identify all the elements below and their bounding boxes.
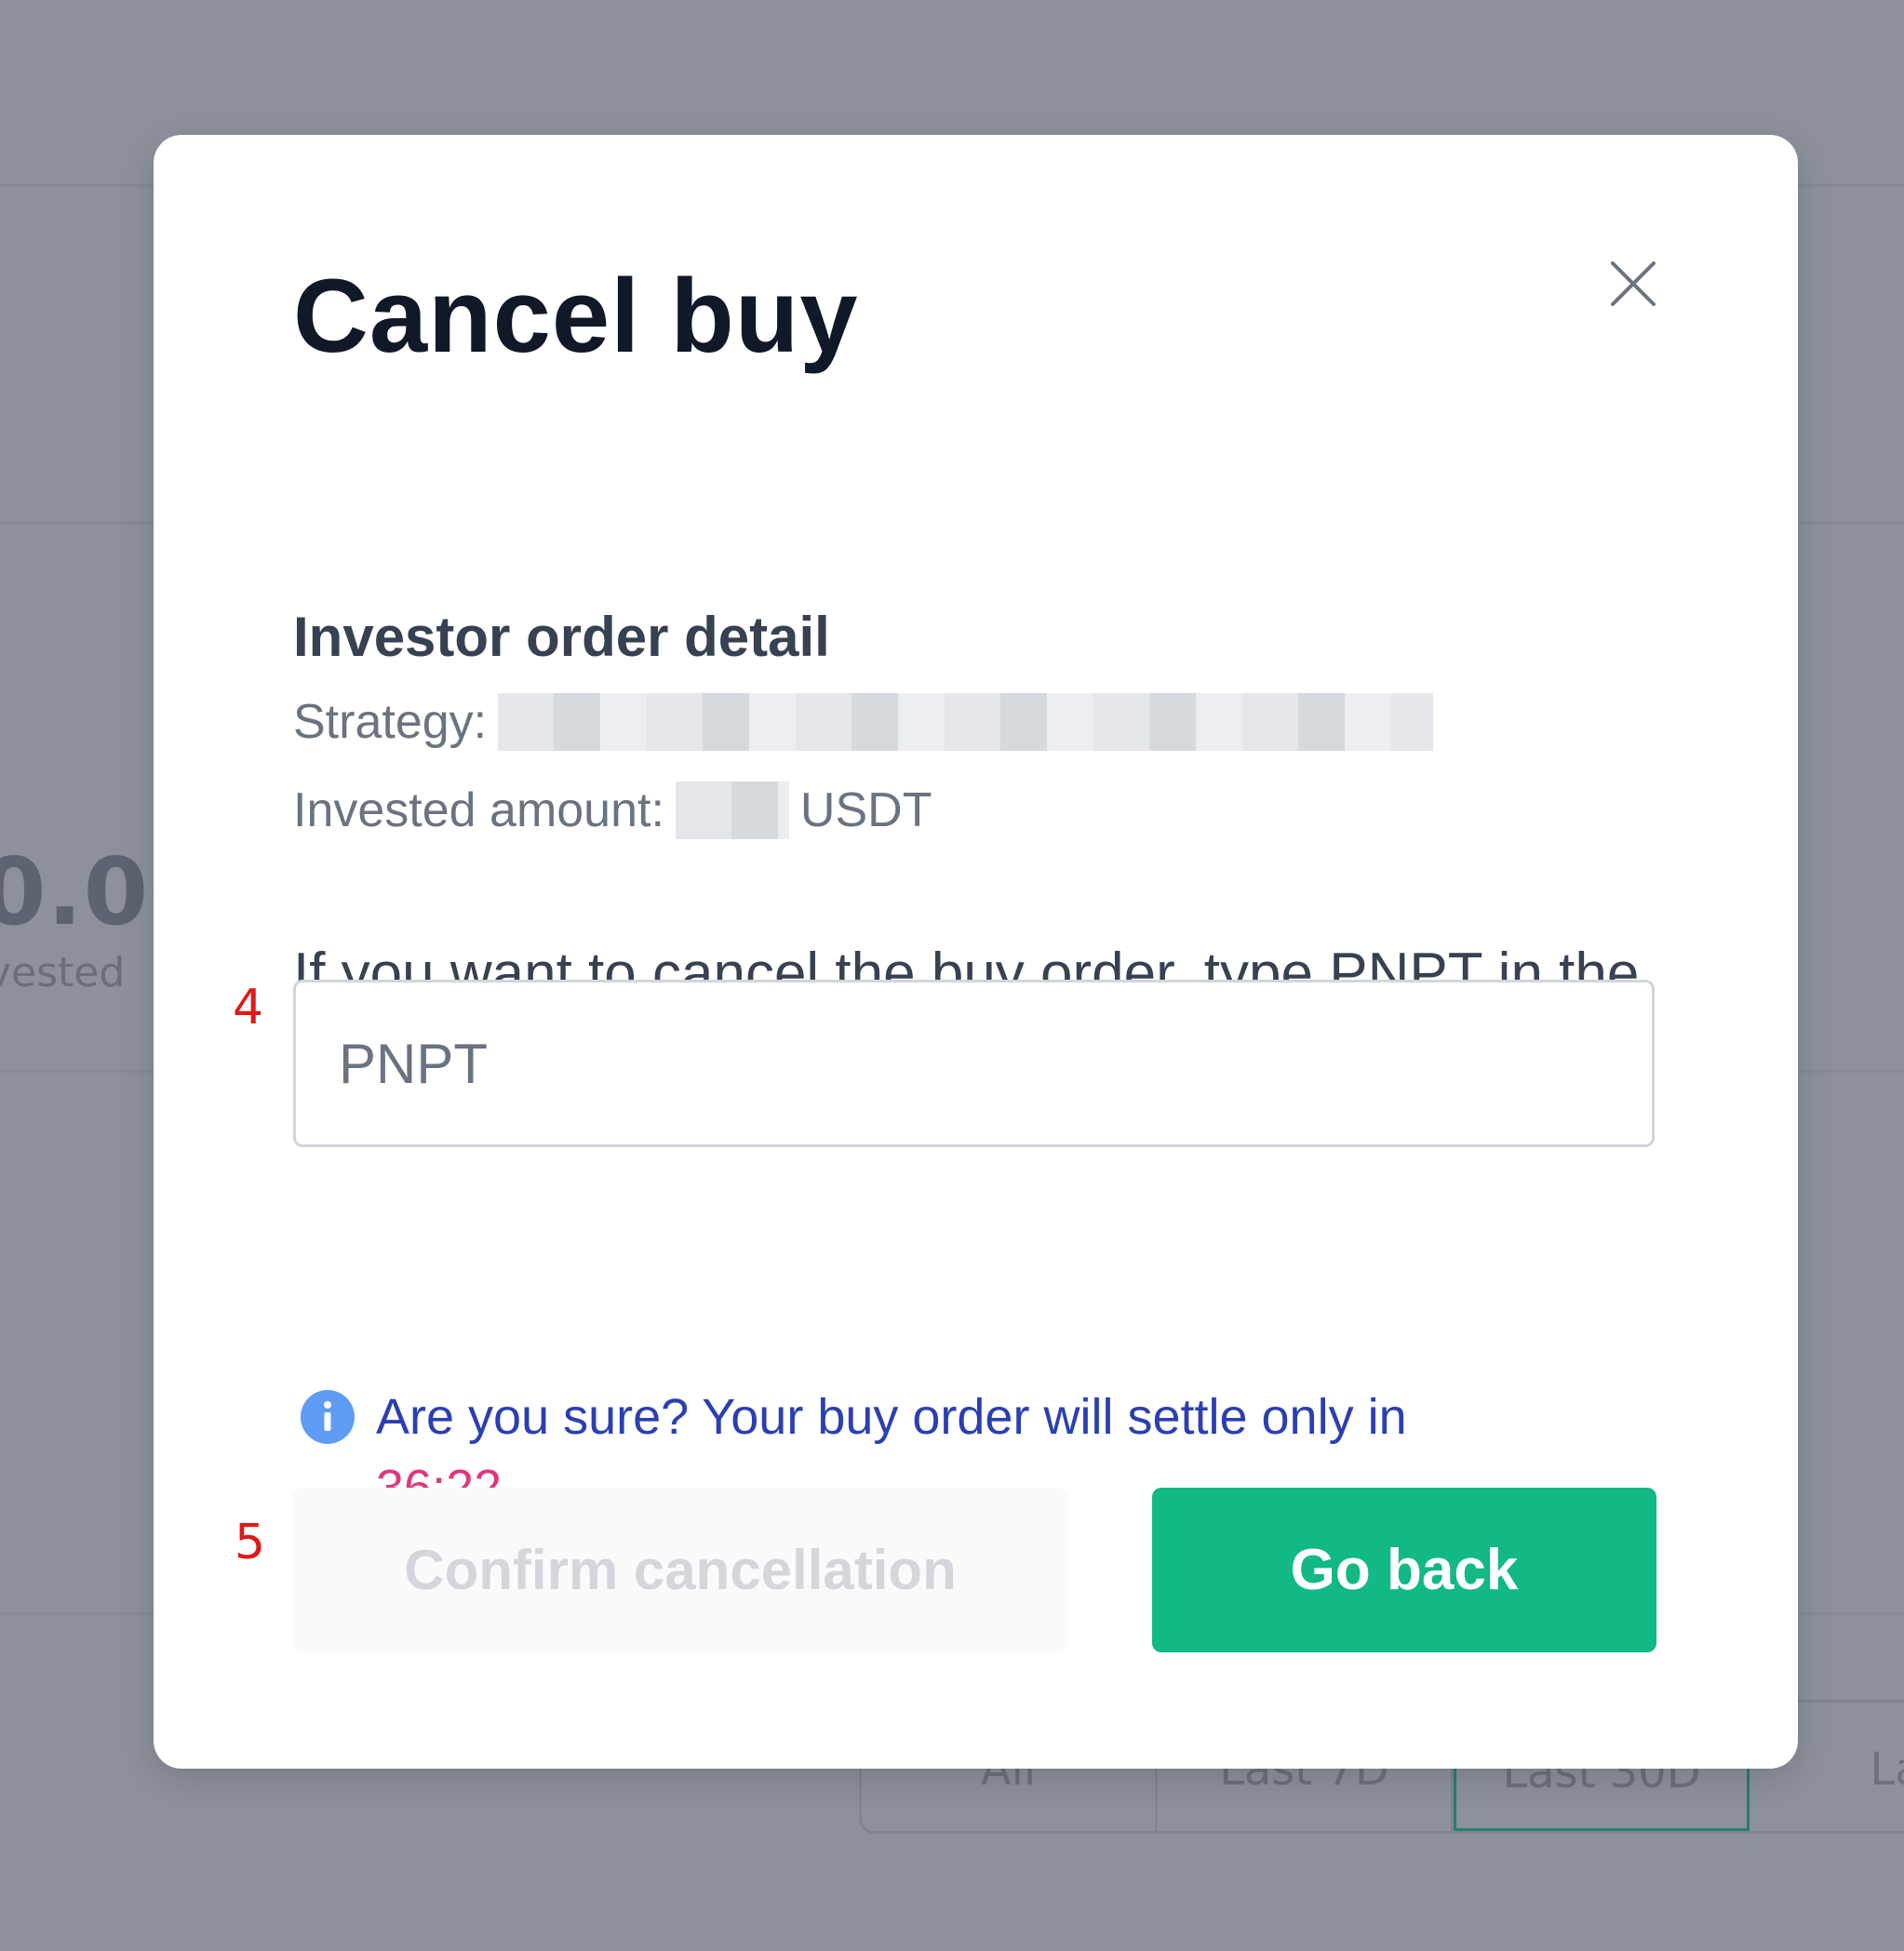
- invested-amount-row: Invested amount: USDT: [293, 782, 932, 839]
- strategy-row: Strategy:: [293, 693, 1444, 751]
- close-button[interactable]: [1596, 247, 1670, 321]
- info-icon: [301, 1390, 355, 1444]
- confirm-cancellation-button[interactable]: Confirm cancellation: [293, 1488, 1067, 1652]
- redacted-invested-amount: [675, 782, 789, 839]
- close-icon: [1611, 261, 1656, 306]
- annotation-marker-5: 5: [235, 1515, 266, 1570]
- strategy-label: Strategy:: [293, 695, 488, 749]
- invested-amount-label: Invested amount:: [293, 783, 664, 837]
- cancel-buy-modal: Cancel buy Investor order detail Strateg…: [154, 135, 1798, 1769]
- order-detail-heading: Investor order detail: [293, 606, 830, 668]
- annotation-marker-4: 4: [233, 980, 264, 1036]
- confirmation-input[interactable]: [293, 980, 1655, 1147]
- modal-title: Cancel buy: [293, 258, 859, 374]
- redacted-strategy-name: [498, 693, 1434, 751]
- background-invested-label: vested: [0, 949, 126, 996]
- notice-message: Are you sure? Your buy order will settle…: [376, 1389, 1407, 1445]
- go-back-button[interactable]: Go back: [1152, 1488, 1656, 1652]
- invested-amount-currency: USDT: [799, 783, 932, 837]
